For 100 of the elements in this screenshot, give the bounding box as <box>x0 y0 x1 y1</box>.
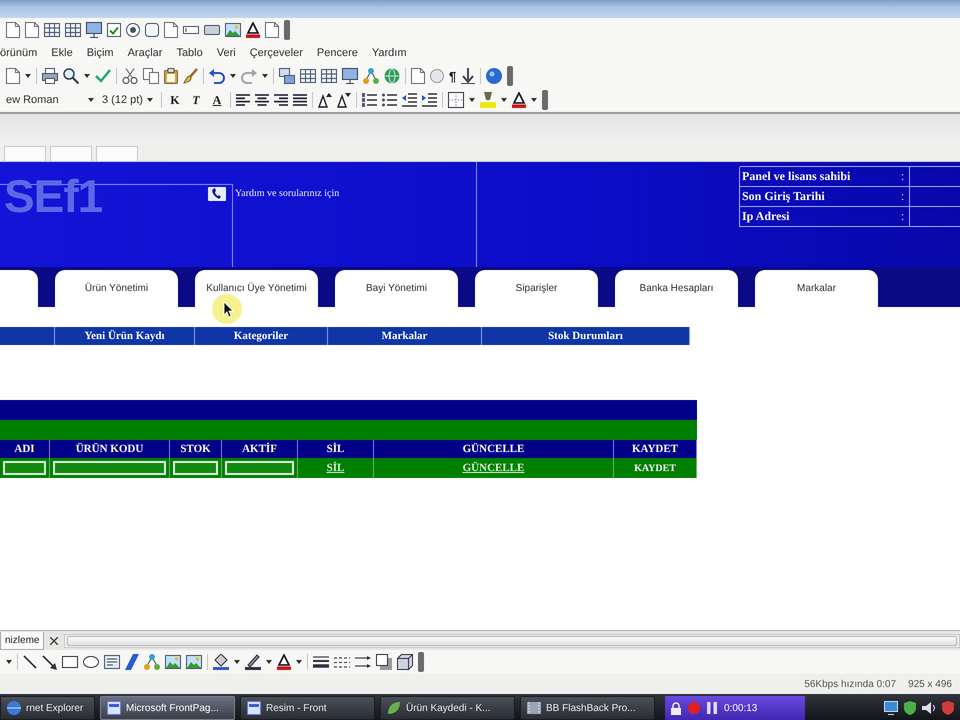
grid-icon[interactable] <box>300 69 316 83</box>
check-mark-icon[interactable] <box>95 69 111 83</box>
arrow-icon[interactable] <box>42 654 57 670</box>
caret-icon[interactable] <box>88 98 94 102</box>
align-center-icon[interactable] <box>254 94 269 106</box>
monitor-icon[interactable] <box>884 701 898 715</box>
down-arrow-icon[interactable] <box>461 68 476 84</box>
action-link[interactable]: SİL <box>326 462 344 474</box>
disc-icon[interactable] <box>486 68 502 84</box>
menu-item[interactable]: Biçim <box>80 45 121 61</box>
caret-icon[interactable] <box>6 660 12 664</box>
border-icon[interactable] <box>448 92 464 108</box>
document-icon[interactable] <box>25 22 39 38</box>
rounded-square-icon[interactable] <box>145 23 159 37</box>
cube-icon[interactable] <box>397 654 413 670</box>
underline-button[interactable]: A <box>208 92 225 108</box>
menu-item[interactable]: Pencere <box>310 45 365 61</box>
rectangle-icon[interactable] <box>62 656 78 668</box>
paintbrush-icon[interactable] <box>183 68 198 84</box>
nav-tab[interactable]: Markalar <box>755 270 878 307</box>
caret-icon[interactable] <box>266 660 272 664</box>
nav-tab[interactable]: Siparişler <box>475 270 598 307</box>
menu-item[interactable]: Veri <box>210 45 243 61</box>
line-weight-icon[interactable] <box>313 656 329 668</box>
taskbar-button[interactable]: Ürün Kaydedi - K... <box>380 696 515 720</box>
action-link[interactable]: GÜNCELLE <box>462 462 524 474</box>
caret-icon[interactable] <box>84 74 90 78</box>
magnifier-icon[interactable] <box>63 68 79 84</box>
grid-icon[interactable] <box>44 23 60 37</box>
toolbar-grip[interactable] <box>418 652 424 672</box>
italic-button[interactable]: T <box>188 92 204 108</box>
pause-icon[interactable] <box>707 702 717 714</box>
toolbar-grip[interactable] <box>284 20 290 40</box>
scissors-icon[interactable] <box>122 68 138 84</box>
copy-icon[interactable] <box>143 68 159 84</box>
size-dropdown[interactable]: 3 (12 pt) <box>102 91 156 109</box>
toolbar-grip[interactable] <box>542 90 548 110</box>
circle-icon[interactable] <box>430 69 444 83</box>
nav-tab[interactable]: Kullanıcı Üye Yönetimi <box>195 270 318 307</box>
pen-icon[interactable] <box>245 654 261 670</box>
monitor-icon[interactable] <box>342 68 358 84</box>
text-color-icon[interactable] <box>277 654 291 670</box>
caret-icon[interactable] <box>146 98 153 102</box>
shrink-font-icon[interactable] <box>336 92 351 108</box>
align-right-icon[interactable] <box>274 94 288 106</box>
caret-icon[interactable] <box>296 660 302 664</box>
text-field-icon[interactable] <box>183 26 199 34</box>
text-color-icon[interactable] <box>512 92 526 108</box>
dash-style-icon[interactable] <box>334 656 350 668</box>
document-icon[interactable] <box>6 22 20 38</box>
menu-item[interactable]: Yardım <box>364 45 414 61</box>
grid-icon[interactable] <box>321 69 337 83</box>
radio-button-icon[interactable] <box>126 23 140 37</box>
close-icon[interactable] <box>50 636 58 644</box>
pilcrow-button[interactable]: ¶ <box>449 68 456 84</box>
shield-icon[interactable] <box>904 701 916 715</box>
justify-icon[interactable] <box>292 94 307 106</box>
shield-icon[interactable] <box>942 701 954 715</box>
menu-item[interactable]: Araçlar <box>120 45 170 61</box>
diagram-icon[interactable] <box>144 654 160 670</box>
monitor-icon[interactable] <box>86 22 102 38</box>
nav-tab[interactable]: Banka Hesapları <box>615 270 738 307</box>
scrollbar-track[interactable] <box>64 634 960 648</box>
font-dropdown[interactable]: ew Roman <box>6 91 97 109</box>
nav-tab[interactable]: Ürün Yönetimi <box>55 270 178 307</box>
grow-font-icon[interactable] <box>318 92 332 108</box>
globe-icon[interactable] <box>384 68 400 84</box>
slanted-shape-icon[interactable] <box>125 654 139 670</box>
menu-item[interactable]: örünüm <box>0 45 44 61</box>
bulleted-list-icon[interactable] <box>382 93 397 107</box>
taskbar-button[interactable]: rnet Explorer <box>0 696 95 720</box>
bold-button[interactable]: K <box>166 92 183 108</box>
picture-icon[interactable] <box>186 655 202 669</box>
document-icon[interactable] <box>6 68 20 84</box>
printer-icon[interactable] <box>42 68 58 84</box>
toolbar-grip[interactable] <box>507 66 514 86</box>
subnav-link[interactable]: Markalar <box>328 327 482 345</box>
taskbar-button[interactable]: BB FlashBack Pro... <box>520 696 655 720</box>
arrow-style-icon[interactable] <box>355 656 371 668</box>
outdent-icon[interactable] <box>402 93 417 107</box>
nav-tab[interactable]: Bayi Yönetimi <box>335 270 458 307</box>
subnav-link[interactable]: Yeni Ürün Kaydı <box>55 327 195 345</box>
caret-icon[interactable] <box>234 660 240 664</box>
taskbar-button[interactable]: Resim - Front <box>240 696 375 720</box>
taskbar-button[interactable]: Microsoft FrontPag... <box>100 696 235 720</box>
input-field[interactable] <box>53 461 166 475</box>
checkbox-icon[interactable] <box>107 23 121 37</box>
line-icon[interactable] <box>23 655 37 669</box>
document-icon[interactable] <box>164 22 178 38</box>
align-left-icon[interactable] <box>236 94 250 106</box>
layers-icon[interactable] <box>279 68 295 84</box>
diagram-icon[interactable] <box>363 68 379 84</box>
caret-icon[interactable] <box>25 74 31 78</box>
subnav-link[interactable]: Kategoriler <box>195 327 328 345</box>
picture-icon[interactable] <box>165 655 181 669</box>
caret-icon[interactable] <box>500 98 507 102</box>
undo-icon[interactable] <box>209 68 225 84</box>
scrollbar-thumb[interactable] <box>67 636 957 646</box>
picture-icon[interactable] <box>225 23 241 37</box>
caret-icon[interactable] <box>262 74 268 78</box>
